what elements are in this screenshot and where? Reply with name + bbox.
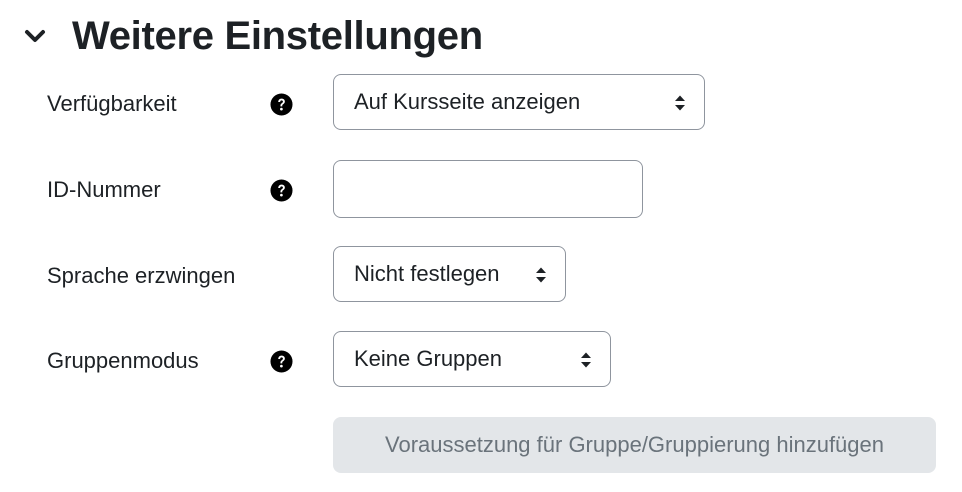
id-number-row: ID-Nummer [0, 160, 962, 220]
availability-select[interactable]: Auf Kursseite anzeigen [333, 74, 705, 130]
section-title: Weitere Einstellungen [72, 13, 483, 58]
availability-row: Verfügbarkeit Auf Kursseite anzeigen [0, 74, 962, 134]
question-circle-icon[interactable] [270, 93, 293, 116]
question-circle-icon[interactable] [270, 350, 293, 373]
group-mode-select[interactable]: Keine Gruppen [333, 331, 611, 387]
force-language-value: Nicht festlegen [354, 261, 500, 286]
id-number-input[interactable] [333, 160, 643, 218]
select-arrows-icon [675, 95, 685, 111]
force-language-label: Sprache erzwingen [47, 263, 236, 288]
force-language-select[interactable]: Nicht festlegen [333, 246, 566, 302]
select-arrows-icon [581, 352, 591, 368]
chevron-down-icon[interactable] [20, 21, 50, 51]
section-header: Weitere Einstellungen [20, 8, 483, 64]
id-number-label: ID-Nummer [47, 177, 161, 202]
question-circle-icon[interactable] [270, 179, 293, 202]
group-mode-label: Gruppenmodus [47, 348, 199, 373]
add-group-restriction-button[interactable]: Voraussetzung für Gruppe/Gruppierung hin… [333, 417, 936, 473]
force-language-row: Sprache erzwingen Nicht festlegen [0, 246, 962, 306]
group-mode-row: Gruppenmodus Keine Gruppen [0, 331, 962, 391]
availability-label: Verfügbarkeit [47, 91, 177, 116]
select-arrows-icon [536, 267, 546, 283]
group-mode-value: Keine Gruppen [354, 346, 502, 371]
availability-value: Auf Kursseite anzeigen [354, 89, 581, 114]
